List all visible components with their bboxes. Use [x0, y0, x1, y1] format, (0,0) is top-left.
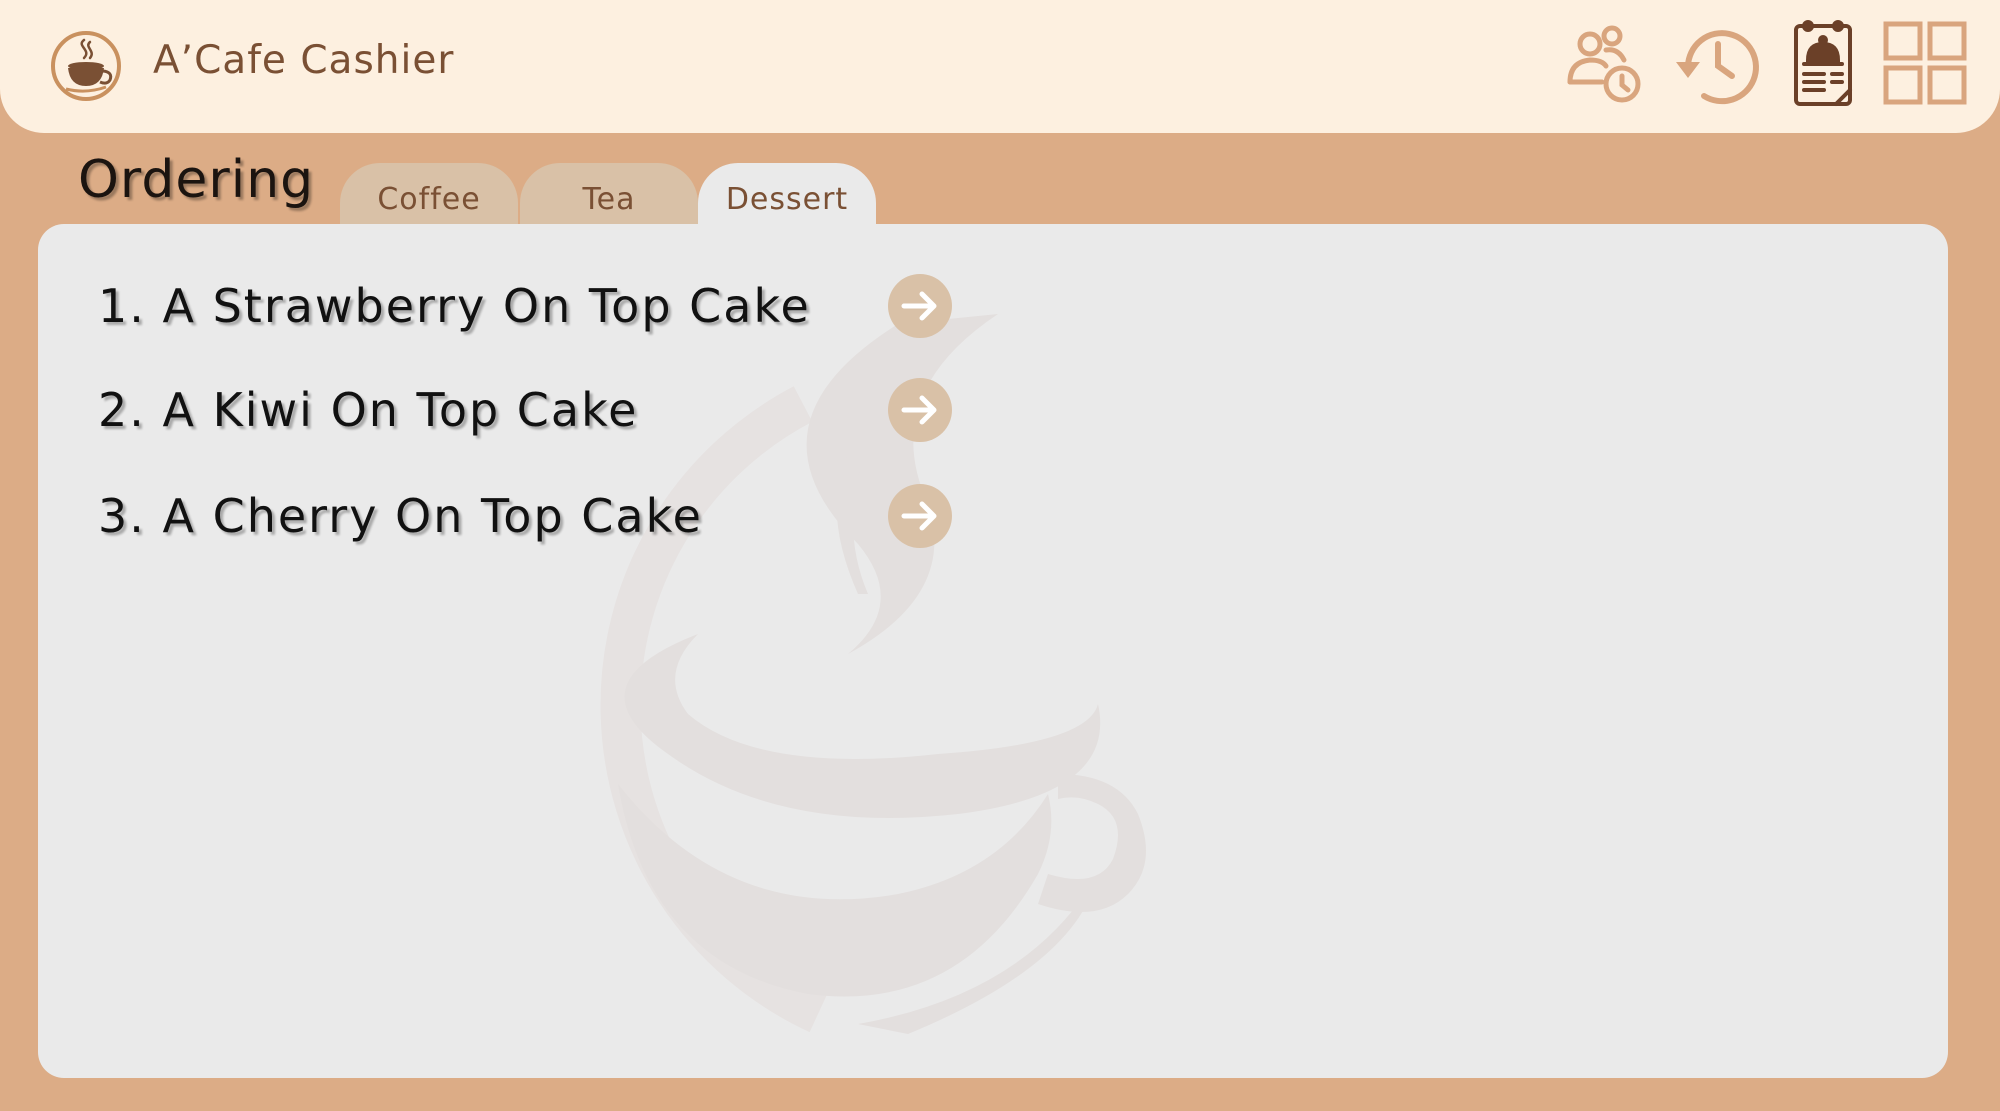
staff-shift-icon[interactable] [1558, 18, 1650, 110]
menu-item-label: 1. A Strawberry On Top Cake [98, 279, 811, 333]
history-icon[interactable] [1670, 18, 1762, 110]
list-item: 2. A Kiwi On Top Cake [98, 374, 958, 446]
add-item-button[interactable] [888, 378, 952, 442]
tab-coffee[interactable]: Coffee [340, 163, 518, 227]
orders-clipboard-icon[interactable] [1776, 18, 1868, 110]
tab-tea[interactable]: Tea [520, 163, 698, 227]
list-item: 1. A Strawberry On Top Cake [98, 270, 958, 342]
arrow-right-icon [901, 291, 937, 321]
arrow-right-icon [901, 501, 937, 531]
page-title: Ordering [78, 150, 315, 210]
menu-item-label: 3. A Cherry On Top Cake [98, 489, 703, 543]
arrow-right-icon [901, 395, 937, 425]
tab-dessert[interactable]: Dessert [698, 163, 876, 227]
list-item: 3. A Cherry On Top Cake [98, 480, 958, 552]
app-title: A’Cafe Cashier [153, 38, 455, 83]
add-item-button[interactable] [888, 484, 952, 548]
add-item-button[interactable] [888, 274, 952, 338]
app-header: A’Cafe Cashier [0, 0, 2000, 133]
coffee-cup-logo-icon [50, 30, 122, 102]
menu-item-label: 2. A Kiwi On Top Cake [98, 383, 639, 437]
grid-view-icon[interactable] [1878, 18, 1970, 110]
menu-panel: 1. A Strawberry On Top Cake 2. A Kiwi On… [38, 224, 1948, 1078]
